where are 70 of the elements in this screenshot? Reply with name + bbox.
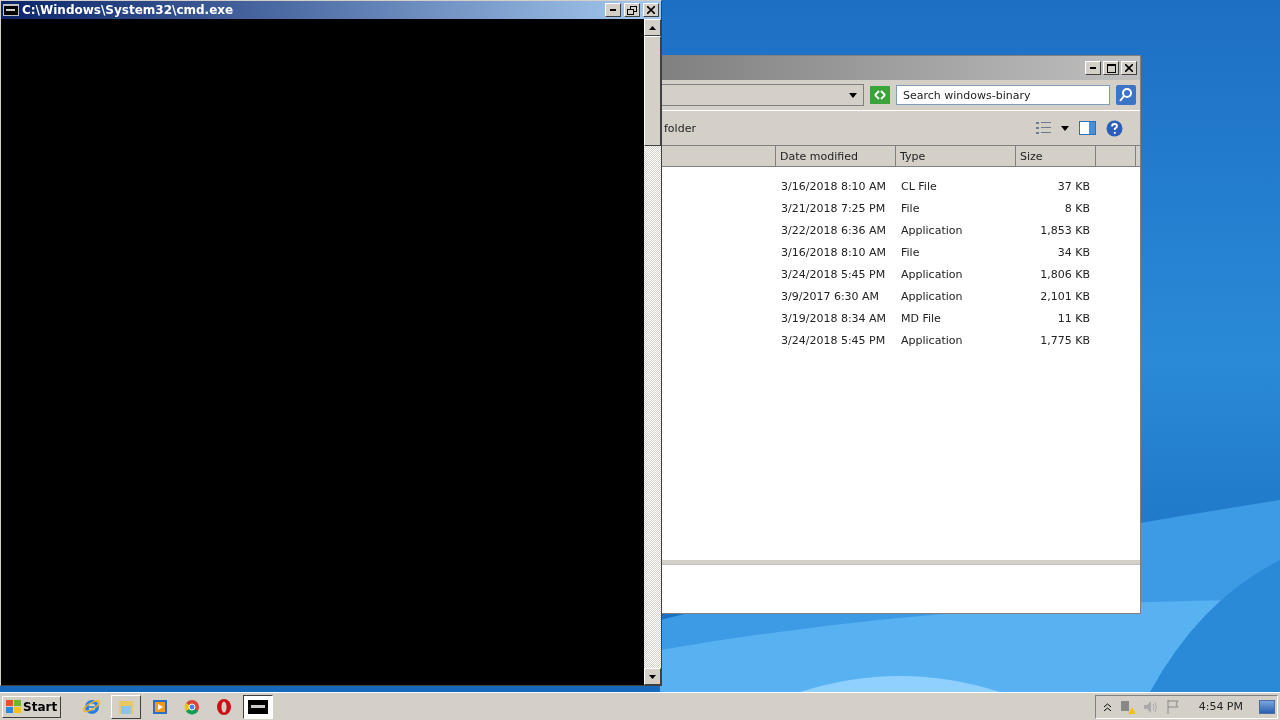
scroll-up-button[interactable] [644,19,661,36]
maximize-icon [1106,63,1116,73]
type-cell-text: MD File [900,311,942,325]
close-button[interactable] [1121,61,1137,75]
opera-icon [215,697,234,716]
scroll-thumb[interactable] [644,36,661,146]
close-icon [1125,64,1133,72]
type-cell-text: Application [900,333,964,347]
date-cell-text: 3/24/2018 5:45 PM [780,333,887,347]
type-cell-text: Application [900,267,964,281]
size-cell-text: 2,101 KB [1039,289,1091,303]
maximize-button[interactable] [1103,61,1119,75]
search-icon [1116,85,1136,105]
date-cell-text: 3/19/2018 8:34 AM [780,311,888,325]
chrome-icon [183,697,202,716]
type-cell-text: File [900,245,921,259]
size-cell-text: 1,853 KB [1039,223,1091,237]
size-cell-text: 8 KB [1063,201,1091,215]
column-header[interactable]: Type [896,146,1016,166]
type-cell-text: File [900,201,921,215]
size-cell-text: 34 KB [1056,245,1091,259]
size-cell-text: 37 KB [1056,179,1091,193]
type-cell-text: CL File [900,179,938,193]
size-cell-text: 1,806 KB [1039,267,1091,281]
date-cell-text: 3/22/2018 6:36 AM [780,223,888,237]
size-cell-text: 1,775 KB [1039,333,1091,347]
date-cell-text: 3/16/2018 8:10 AM [780,179,888,193]
flag-icon [1166,699,1181,714]
date-cell-text: 3/24/2018 5:45 PM [780,267,887,281]
date-cell-text: 3/16/2018 8:10 AM [780,245,888,259]
type-cell-text: Application [900,289,964,303]
search-button[interactable] [1116,85,1136,105]
refresh-icon [870,86,890,104]
type-cell-text: Application [900,223,964,237]
restore-button[interactable] [624,3,640,17]
console-icon [3,4,19,16]
dropdown-icon [849,92,857,98]
list-view-icon [1036,122,1051,134]
size-cell-text: 11 KB [1056,311,1091,325]
start-button[interactable]: Start [2,695,62,718]
close-icon [647,6,655,14]
date-cell-text: 3/21/2018 7:25 PM [780,201,887,215]
network-warning-icon [1118,698,1135,715]
window-title: C:\Windows\System32\cmd.exe [22,3,235,17]
scroll-down-button[interactable] [644,668,661,685]
refresh-button[interactable] [870,86,890,104]
minimize-icon [1090,67,1096,69]
minimize-button[interactable] [1085,61,1101,75]
speaker-icon [1142,699,1159,714]
restore-icon [627,5,637,15]
taskbar-app-button[interactable] [243,694,274,719]
show-desktop-button[interactable] [1259,699,1275,714]
minimize-button[interactable] [605,3,621,17]
chevron-up-icon [1103,702,1111,711]
close-button[interactable] [643,3,659,17]
caret-down-icon [1061,125,1069,131]
clock: 4:54 PM [1198,700,1243,713]
new-folder-button[interactable]: folder [662,121,696,135]
scrollbar[interactable] [644,19,661,685]
date-cell-text: 3/9/2017 6:30 AM [780,289,881,303]
console-icon [248,699,269,714]
help-icon [1106,119,1123,137]
caret-up-icon [649,25,656,30]
minimize-icon [610,9,616,11]
play-icon [151,697,170,716]
preview-pane-icon [1079,121,1096,135]
caret-down-icon [649,674,656,679]
search-field[interactable]: Search windows-binary [896,85,1110,105]
windows-logo-icon [6,700,21,713]
browser-e-icon [83,697,102,716]
